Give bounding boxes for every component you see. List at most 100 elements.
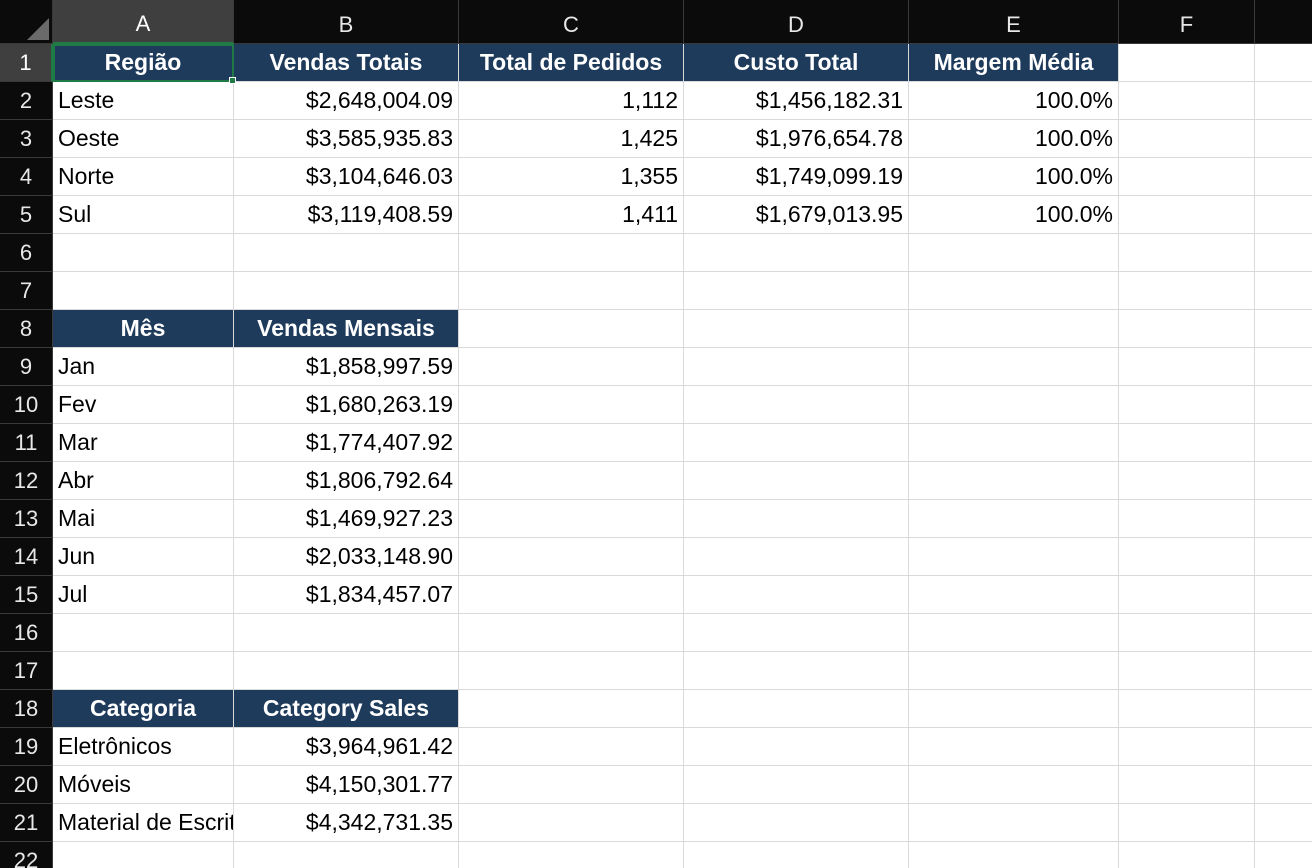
cell-f19[interactable] [1119,728,1255,766]
cell-blank[interactable] [1255,348,1312,386]
cell-d12[interactable] [684,462,909,500]
row-header-14[interactable]: 14 [0,538,53,576]
cell-a19[interactable]: Eletrônicos [53,728,234,766]
cell-d14[interactable] [684,538,909,576]
cell-b11[interactable]: $1,774,407.92 [234,424,459,462]
cell-c16[interactable] [459,614,684,652]
row-header-7[interactable]: 7 [0,272,53,310]
row-header-6[interactable]: 6 [0,234,53,272]
cell-d17[interactable] [684,652,909,690]
fill-handle[interactable] [229,77,236,84]
cell-e16[interactable] [909,614,1119,652]
row-header-22[interactable]: 22 [0,842,53,868]
cell-f4[interactable] [1119,158,1255,196]
cell-a13[interactable]: Mai [53,500,234,538]
cell-d13[interactable] [684,500,909,538]
cell-blank[interactable] [1255,804,1312,842]
cell-d21[interactable] [684,804,909,842]
cell-f14[interactable] [1119,538,1255,576]
cell-c21[interactable] [459,804,684,842]
cell-c6[interactable] [459,234,684,272]
cell-d7[interactable] [684,272,909,310]
cell-b12[interactable]: $1,806,792.64 [234,462,459,500]
cell-d2[interactable]: $1,456,182.31 [684,82,909,120]
cell-d9[interactable] [684,348,909,386]
row-header-20[interactable]: 20 [0,766,53,804]
cell-e6[interactable] [909,234,1119,272]
cell-b4[interactable]: $3,104,646.03 [234,158,459,196]
cell-f11[interactable] [1119,424,1255,462]
cell-f21[interactable] [1119,804,1255,842]
cell-d20[interactable] [684,766,909,804]
cell-a7[interactable] [53,272,234,310]
cell-blank[interactable] [1255,576,1312,614]
cell-f13[interactable] [1119,500,1255,538]
cell-a9[interactable]: Jan [53,348,234,386]
cell-a20[interactable]: Móveis [53,766,234,804]
cell-blank[interactable] [1255,120,1312,158]
cell-f20[interactable] [1119,766,1255,804]
cell-b5[interactable]: $3,119,408.59 [234,196,459,234]
row-header-5[interactable]: 5 [0,196,53,234]
cell-c13[interactable] [459,500,684,538]
cell-e22[interactable] [909,842,1119,868]
cell-e5[interactable]: 100.0% [909,196,1119,234]
row-header-21[interactable]: 21 [0,804,53,842]
cell-d6[interactable] [684,234,909,272]
cell-d3[interactable]: $1,976,654.78 [684,120,909,158]
cell-a11[interactable]: Mar [53,424,234,462]
cell-e8[interactable] [909,310,1119,348]
cell-b21[interactable]: $4,342,731.35 [234,804,459,842]
cell-blank[interactable] [1255,424,1312,462]
cell-b3[interactable]: $3,585,935.83 [234,120,459,158]
cell-blank[interactable] [1255,652,1312,690]
cell-a17[interactable] [53,652,234,690]
cell-e17[interactable] [909,652,1119,690]
column-header-f[interactable]: F [1119,0,1255,44]
cell-e4[interactable]: 100.0% [909,158,1119,196]
cell-b18[interactable]: Category Sales [234,690,459,728]
cell-b7[interactable] [234,272,459,310]
row-header-10[interactable]: 10 [0,386,53,424]
cell-f8[interactable] [1119,310,1255,348]
cell-a15[interactable]: Jul [53,576,234,614]
column-header-c[interactable]: C [459,0,684,44]
cell-f6[interactable] [1119,234,1255,272]
cell-blank[interactable] [1255,386,1312,424]
cell-blank[interactable] [1255,462,1312,500]
cell-b9[interactable]: $1,858,997.59 [234,348,459,386]
cell-a3[interactable]: Oeste [53,120,234,158]
row-header-12[interactable]: 12 [0,462,53,500]
row-header-11[interactable]: 11 [0,424,53,462]
cell-c15[interactable] [459,576,684,614]
cell-c5[interactable]: 1,411 [459,196,684,234]
row-header-15[interactable]: 15 [0,576,53,614]
cell-f7[interactable] [1119,272,1255,310]
cell-blank[interactable] [1255,234,1312,272]
cell-a22[interactable] [53,842,234,868]
cell-e19[interactable] [909,728,1119,766]
cell-e13[interactable] [909,500,1119,538]
cell-e7[interactable] [909,272,1119,310]
cell-b8[interactable]: Vendas Mensais [234,310,459,348]
cell-f1[interactable] [1119,44,1255,82]
column-header-b[interactable]: B [234,0,459,44]
cell-blank[interactable] [1255,500,1312,538]
row-header-8[interactable]: 8 [0,310,53,348]
cell-e14[interactable] [909,538,1119,576]
cell-c17[interactable] [459,652,684,690]
cell-f9[interactable] [1119,348,1255,386]
cell-d16[interactable] [684,614,909,652]
cell-c18[interactable] [459,690,684,728]
row-header-2[interactable]: 2 [0,82,53,120]
cell-c12[interactable] [459,462,684,500]
cell-f5[interactable] [1119,196,1255,234]
cell-c2[interactable]: 1,112 [459,82,684,120]
cell-b15[interactable]: $1,834,457.07 [234,576,459,614]
spreadsheet-grid[interactable]: ABCDEF 1 2 3 4 5 6 7 8 9 10 11 12 13 14 15 16 17 18 19 20 21… [0,0,1312,868]
cell-a8[interactable]: Mês [53,310,234,348]
cell-d18[interactable] [684,690,909,728]
cell-blank[interactable] [1255,310,1312,348]
cell-c11[interactable] [459,424,684,462]
cell-e10[interactable] [909,386,1119,424]
